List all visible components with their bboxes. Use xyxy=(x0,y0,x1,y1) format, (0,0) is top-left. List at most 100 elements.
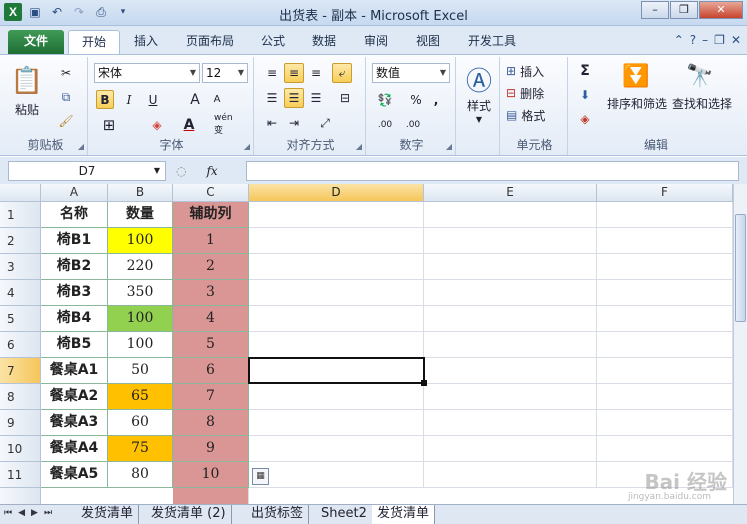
tab-formulas[interactable]: 公式 xyxy=(252,30,294,54)
cell-f[interactable] xyxy=(597,332,733,358)
insert-cells-button[interactable]: ⊞ 插入 xyxy=(506,62,564,80)
increase-decimal-button[interactable]: .00 xyxy=(372,115,398,135)
cell-d[interactable] xyxy=(249,436,424,462)
format-cells-button[interactable]: ▤ 格式 xyxy=(506,106,564,124)
column-header-f[interactable]: F xyxy=(597,184,733,202)
tab-review[interactable]: 审阅 xyxy=(354,30,398,54)
worksheet-grid[interactable]: A B C D E F 1 名称 数量 辅助列 2 椅B1 100 1 3 椅B2 220 2 4 椅B3… xyxy=(0,184,747,506)
cell-b[interactable]: 220 xyxy=(108,254,173,280)
close-button[interactable]: ✕ xyxy=(699,1,743,19)
cell-e[interactable] xyxy=(424,332,597,358)
row-header[interactable]: 1 xyxy=(0,202,41,228)
cell-e[interactable] xyxy=(424,462,597,488)
cell-b[interactable]: 100 xyxy=(108,332,173,358)
cell-c[interactable]: 9 xyxy=(173,436,249,462)
last-sheet-icon[interactable]: ⏭ xyxy=(44,508,52,518)
sheet-tab[interactable]: 出货标签 xyxy=(246,505,310,524)
select-all-corner[interactable] xyxy=(0,184,41,202)
cell-d[interactable] xyxy=(249,384,424,410)
cell-a[interactable]: 餐桌A4 xyxy=(41,436,108,462)
help-icon[interactable]: ? xyxy=(690,33,696,47)
delete-cells-button[interactable]: ⊟ 删除 xyxy=(506,84,564,102)
cell-c[interactable]: 5 xyxy=(173,332,249,358)
cell-d[interactable] xyxy=(249,462,424,488)
cell-b[interactable]: 350 xyxy=(108,280,173,306)
column-header-b[interactable]: B xyxy=(108,184,173,202)
tab-home[interactable]: 开始 xyxy=(68,30,120,54)
cell-e[interactable] xyxy=(424,254,597,280)
cell-b[interactable]: 100 xyxy=(108,306,173,332)
cell-e[interactable] xyxy=(424,436,597,462)
cell-a[interactable]: 椅B5 xyxy=(41,332,108,358)
tab-view[interactable]: 视图 xyxy=(406,30,450,54)
cell-b[interactable]: 60 xyxy=(108,410,173,436)
vertical-scrollbar[interactable] xyxy=(733,184,747,504)
cell-f[interactable] xyxy=(597,410,733,436)
cell-e[interactable] xyxy=(424,410,597,436)
name-box[interactable]: D7 ▼ xyxy=(8,161,166,181)
insert-function-icon[interactable]: fx xyxy=(206,164,217,178)
cell-e[interactable] xyxy=(424,202,597,228)
row-header[interactable]: 8 xyxy=(0,384,41,410)
cell-f[interactable] xyxy=(597,384,733,410)
column-header-d[interactable]: D xyxy=(249,184,424,202)
clipboard-launcher-icon[interactable]: ◢ xyxy=(78,142,84,151)
copy-icon[interactable]: ⧉ xyxy=(54,87,78,107)
format-painter-icon[interactable]: 🖌 xyxy=(54,111,78,131)
row-header[interactable]: 9 xyxy=(0,410,41,436)
cell-c[interactable]: 10 xyxy=(173,462,249,488)
cell-a[interactable]: 餐桌A1 xyxy=(41,358,108,384)
first-sheet-icon[interactable]: ⏮ xyxy=(4,508,12,518)
align-middle-icon[interactable]: ≡ xyxy=(284,63,304,83)
align-center-icon[interactable]: ☰ xyxy=(284,88,304,108)
fill-handle[interactable] xyxy=(421,380,427,386)
bold-button[interactable]: B xyxy=(96,90,114,109)
next-sheet-icon[interactable]: ▶ xyxy=(31,508,38,518)
cell-b[interactable]: 数量 xyxy=(108,202,173,228)
tab-developer[interactable]: 开发工具 xyxy=(458,30,526,54)
cell-e[interactable] xyxy=(424,306,597,332)
clear-icon[interactable]: ◈ xyxy=(574,109,596,129)
phonetic-guide-icon[interactable]: wén 变 xyxy=(214,113,244,136)
align-bottom-icon[interactable]: ≡ xyxy=(306,63,326,83)
merge-center-icon[interactable]: ⊟ xyxy=(332,88,358,108)
cell-a[interactable]: 名称 xyxy=(41,202,108,228)
cell-d[interactable] xyxy=(249,332,424,358)
sheet-tab[interactable]: 发货清单 (2) xyxy=(146,505,232,524)
row-header[interactable]: 5 xyxy=(0,306,41,332)
italic-button[interactable]: I xyxy=(120,90,138,109)
collapse-ribbon-icon[interactable]: ⌃ xyxy=(674,33,684,47)
cell-f[interactable] xyxy=(597,202,733,228)
tab-insert[interactable]: 插入 xyxy=(124,30,168,54)
cell-c[interactable]: 2 xyxy=(173,254,249,280)
column-header-e[interactable]: E xyxy=(424,184,597,202)
restore-workbook-icon[interactable]: ❐ xyxy=(714,33,725,47)
cell-e[interactable] xyxy=(424,358,597,384)
cell-a[interactable]: 餐桌A2 xyxy=(41,384,108,410)
sheet-tab[interactable]: Sheet2 xyxy=(316,505,373,524)
cell-e[interactable] xyxy=(424,228,597,254)
cell-d[interactable] xyxy=(249,280,424,306)
paste-icon[interactable]: 📋 xyxy=(8,61,46,101)
row-header[interactable]: 4 xyxy=(0,280,41,306)
styles-button[interactable]: 样式 xyxy=(458,97,500,113)
find-select-icon[interactable]: 🔭 xyxy=(682,61,718,91)
row-header[interactable]: 3 xyxy=(0,254,41,280)
underline-button[interactable]: U xyxy=(144,90,162,109)
cell-f[interactable] xyxy=(597,306,733,332)
cell-e[interactable] xyxy=(424,280,597,306)
cell-f[interactable] xyxy=(597,436,733,462)
cell-f[interactable] xyxy=(597,280,733,306)
sheet-tab[interactable]: 发货清单 xyxy=(372,505,436,524)
alignment-launcher-icon[interactable]: ◢ xyxy=(356,142,362,151)
sort-filter-icon[interactable]: ⏬ xyxy=(618,61,654,91)
cell-d[interactable] xyxy=(249,228,424,254)
wrap-text-icon[interactable]: ⤶ xyxy=(332,63,352,83)
cell-f[interactable] xyxy=(597,254,733,280)
increase-indent-icon[interactable]: ⇥ xyxy=(284,113,304,133)
cell-a[interactable]: 餐桌A3 xyxy=(41,410,108,436)
font-launcher-icon[interactable]: ◢ xyxy=(244,142,250,151)
font-size-combo[interactable]: 12 ▼ xyxy=(202,63,248,83)
align-right-icon[interactable]: ☰ xyxy=(306,88,326,108)
fill-color-icon[interactable]: ◈ xyxy=(144,115,170,134)
